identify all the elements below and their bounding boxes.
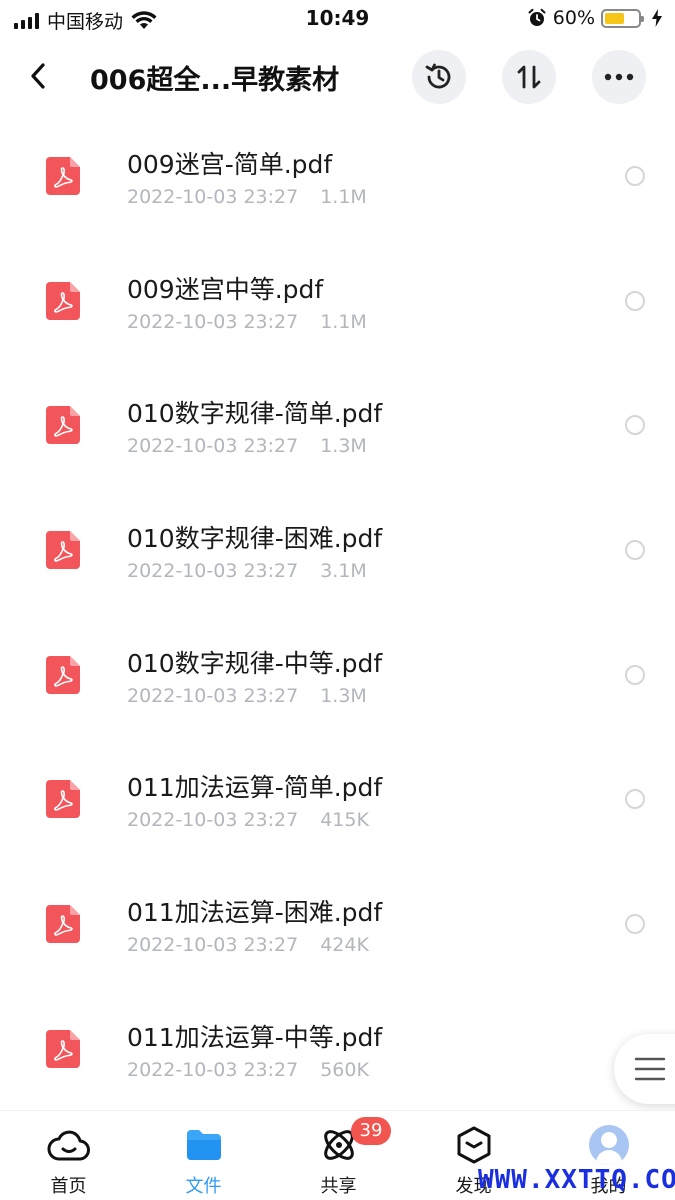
select-radio[interactable] bbox=[625, 914, 645, 935]
file-row[interactable]: 010数字规律-困难.pdf 2022-10-03 23:27 3.1M bbox=[0, 490, 675, 615]
pdf-file-icon bbox=[46, 905, 80, 944]
file-row[interactable]: 011加法运算-简单.pdf 2022-10-03 23:27 415K bbox=[0, 739, 675, 864]
file-size: 3.1M bbox=[320, 560, 367, 583]
watermark-text: WWW.XXTTQ.COM bbox=[478, 1165, 675, 1195]
menu-lines-icon bbox=[634, 1057, 666, 1081]
sort-icon bbox=[517, 65, 541, 89]
tab-home-label: 首页 bbox=[50, 1176, 87, 1197]
share-badge: 39 bbox=[351, 1117, 391, 1145]
pdf-file-icon bbox=[46, 531, 80, 570]
select-radio[interactable] bbox=[625, 664, 645, 685]
charging-icon bbox=[652, 9, 662, 27]
more-icon bbox=[604, 73, 634, 81]
history-icon bbox=[425, 63, 451, 89]
pdf-file-icon bbox=[46, 1029, 80, 1068]
more-button[interactable] bbox=[592, 50, 646, 104]
file-size: 1.1M bbox=[320, 310, 367, 333]
file-size: 1.3M bbox=[320, 435, 367, 458]
pdf-file-icon bbox=[46, 281, 80, 320]
select-radio[interactable] bbox=[625, 415, 645, 436]
file-meta: 2022-10-03 23:27 3.1M bbox=[127, 560, 367, 582]
file-list: 009迷宫-简单.pdf 2022-10-03 23:27 1.1M 009迷宫中… bbox=[0, 116, 675, 1114]
alarm-icon bbox=[528, 8, 546, 26]
avatar-icon bbox=[589, 1125, 629, 1165]
file-name: 011加法运算-中等.pdf bbox=[127, 1022, 383, 1052]
file-date: 2022-10-03 23:27 bbox=[127, 310, 299, 333]
file-name: 011加法运算-困难.pdf bbox=[127, 898, 383, 928]
file-name: 009迷宫-简单.pdf bbox=[127, 150, 333, 179]
file-size: 1.3M bbox=[320, 684, 367, 707]
battery-level bbox=[605, 12, 625, 24]
floating-menu-button[interactable] bbox=[614, 1034, 675, 1104]
tab-files-label: 文件 bbox=[185, 1176, 222, 1197]
back-button[interactable] bbox=[20, 56, 56, 96]
file-meta: 2022-10-03 23:27 1.3M bbox=[127, 435, 367, 457]
select-radio[interactable] bbox=[625, 290, 645, 311]
select-radio[interactable] bbox=[625, 540, 645, 561]
pdf-file-icon bbox=[46, 655, 80, 694]
pdf-file-icon bbox=[46, 157, 80, 195]
tab-home[interactable]: 首页 bbox=[1, 1111, 136, 1200]
file-name: 010数字规律-简单.pdf bbox=[127, 399, 383, 429]
file-meta: 2022-10-03 23:27 1.1M bbox=[127, 186, 367, 208]
file-row[interactable]: 011加法运算-中等.pdf 2022-10-03 23:27 560K bbox=[0, 989, 675, 1114]
file-date: 2022-10-03 23:27 bbox=[127, 1058, 299, 1081]
select-radio[interactable] bbox=[625, 166, 645, 186]
status-right: 60% bbox=[527, 7, 663, 29]
file-row[interactable]: 011加法运算-困难.pdf 2022-10-03 23:27 424K bbox=[0, 864, 675, 989]
file-name: 009迷宫中等.pdf bbox=[127, 274, 324, 304]
file-size: 415K bbox=[320, 809, 369, 832]
history-button[interactable] bbox=[412, 50, 466, 104]
file-meta: 2022-10-03 23:27 424K bbox=[127, 934, 369, 956]
file-date: 2022-10-03 23:27 bbox=[127, 435, 299, 458]
nav-bar: 006超全...早教素材 bbox=[0, 44, 675, 108]
pdf-file-icon bbox=[46, 780, 80, 819]
file-date: 2022-10-03 23:27 bbox=[127, 809, 299, 832]
tab-share[interactable]: 39 共享 bbox=[271, 1111, 406, 1200]
pdf-file-icon bbox=[46, 406, 80, 445]
file-meta: 2022-10-03 23:27 415K bbox=[127, 809, 369, 831]
file-date: 2022-10-03 23:27 bbox=[127, 684, 299, 707]
file-meta: 2022-10-03 23:27 1.3M bbox=[127, 685, 367, 707]
cloud-icon bbox=[47, 1130, 90, 1161]
file-name: 010数字规律-困难.pdf bbox=[127, 524, 383, 554]
file-name: 010数字规律-中等.pdf bbox=[127, 648, 383, 678]
chevron-left-icon bbox=[31, 63, 45, 89]
file-row[interactable]: 010数字规律-中等.pdf 2022-10-03 23:27 1.3M bbox=[0, 615, 675, 740]
file-date: 2022-10-03 23:27 bbox=[127, 560, 299, 583]
file-size: 1.1M bbox=[320, 186, 367, 208]
file-row[interactable]: 009迷宫中等.pdf 2022-10-03 23:27 1.1M bbox=[0, 241, 675, 366]
battery-percent: 60% bbox=[552, 7, 595, 29]
file-name: 011加法运算-简单.pdf bbox=[127, 773, 383, 803]
discover-cube-icon bbox=[457, 1126, 491, 1164]
select-radio[interactable] bbox=[625, 789, 645, 810]
file-meta: 2022-10-03 23:27 560K bbox=[127, 1059, 369, 1081]
file-row[interactable]: 009迷宫-简单.pdf 2022-10-03 23:27 1.1M bbox=[0, 116, 675, 241]
page-title: 006超全...早教素材 bbox=[90, 65, 340, 96]
status-bar: 中国移动 10:49 60% bbox=[0, 0, 675, 38]
tab-share-label: 共享 bbox=[320, 1176, 357, 1197]
folder-icon bbox=[187, 1130, 221, 1160]
sort-button[interactable] bbox=[502, 50, 556, 104]
file-row[interactable]: 010数字规律-简单.pdf 2022-10-03 23:27 1.3M bbox=[0, 365, 675, 490]
file-meta: 2022-10-03 23:27 1.1M bbox=[127, 311, 367, 333]
file-size: 560K bbox=[320, 1058, 369, 1081]
file-date: 2022-10-03 23:27 bbox=[127, 186, 299, 208]
file-date: 2022-10-03 23:27 bbox=[127, 934, 299, 957]
file-size: 424K bbox=[320, 934, 369, 957]
tab-files[interactable]: 文件 bbox=[136, 1111, 271, 1200]
battery-icon bbox=[601, 8, 644, 28]
